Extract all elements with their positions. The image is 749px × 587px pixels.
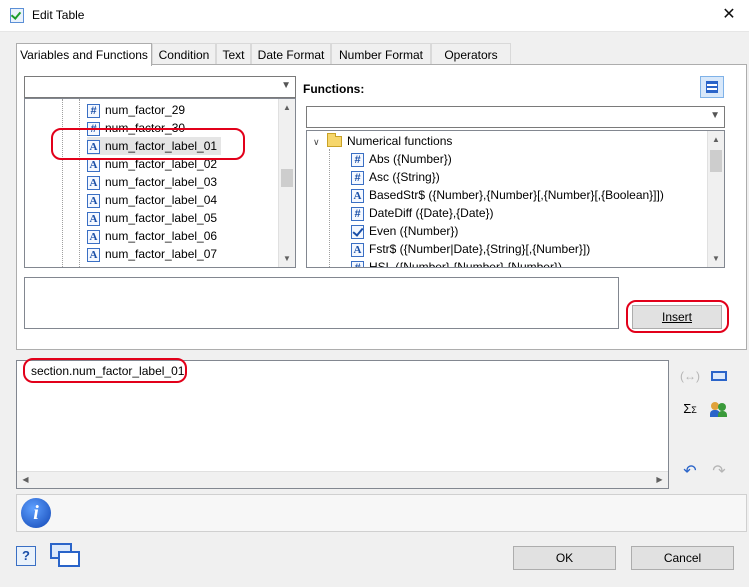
list-item[interactable]: # num_factor_29 xyxy=(87,101,185,119)
description-box xyxy=(24,277,619,329)
expression-editor[interactable]: section.num_factor_label_01 ◀ ▶ xyxy=(16,360,669,489)
scroll-right-icon[interactable]: ▶ xyxy=(651,472,668,488)
field-size-icon[interactable]: (↔) xyxy=(679,366,701,386)
number-icon: # xyxy=(87,103,100,118)
close-icon[interactable]: ✕ xyxy=(715,3,743,27)
list-item-selected[interactable]: Anum_factor_label_01 xyxy=(87,137,222,155)
cancel-button[interactable]: Cancel xyxy=(631,546,734,570)
number-icon: # xyxy=(351,152,364,167)
users-icon[interactable] xyxy=(708,399,730,419)
window-title: Edit Table xyxy=(32,8,85,22)
text-icon: A xyxy=(87,247,100,262)
view-toggle-button[interactable] xyxy=(700,76,724,98)
number-icon: # xyxy=(87,121,100,136)
functions-scrollbar[interactable]: ▲ ▼ xyxy=(707,131,724,267)
variables-combo[interactable]: ▼ xyxy=(24,76,296,98)
list-item[interactable]: Anum_factor_label_06 xyxy=(87,227,217,245)
chevron-down-icon: ▼ xyxy=(281,80,291,91)
text-icon: A xyxy=(87,157,100,172)
scroll-thumb[interactable] xyxy=(281,169,293,187)
scroll-left-icon[interactable]: ◀ xyxy=(17,472,34,488)
list-item[interactable]: # Asc ({String}) xyxy=(351,168,440,186)
scroll-down-icon[interactable]: ▼ xyxy=(708,250,724,267)
list-item[interactable]: Anum_factor_label_03 xyxy=(87,173,217,191)
app-icon xyxy=(10,8,24,23)
text-icon: A xyxy=(87,211,100,226)
redo-icon[interactable]: ↷ xyxy=(708,462,730,482)
text-icon: A xyxy=(351,188,364,203)
scroll-up-icon[interactable]: ▲ xyxy=(708,131,724,148)
number-icon: # xyxy=(351,260,364,267)
text-icon: A xyxy=(87,139,100,154)
insert-button[interactable]: Insert xyxy=(632,305,722,329)
ok-button[interactable]: OK xyxy=(513,546,616,570)
undo-icon[interactable]: ↶ xyxy=(679,462,701,482)
scroll-thumb[interactable] xyxy=(710,150,722,172)
text-icon: A xyxy=(87,175,100,190)
tree-group[interactable]: ∨ Numerical functions xyxy=(313,132,452,150)
variables-scrollbar[interactable]: ▲ ▼ xyxy=(278,99,295,267)
text-icon: A xyxy=(87,229,100,244)
list-item[interactable]: A BasedStr$ ({Number},{Number}[,{Number}[… xyxy=(351,186,664,204)
list-item[interactable]: Anum_factor_label_05 xyxy=(87,209,217,227)
list-item[interactable]: # Abs ({Number}) xyxy=(351,150,452,168)
scroll-down-icon[interactable]: ▼ xyxy=(279,250,295,267)
info-bar: i xyxy=(16,494,747,532)
list-item[interactable]: # num_factor_30 xyxy=(87,119,185,137)
expression-scrollbar[interactable]: ◀ ▶ xyxy=(17,471,668,488)
list-item[interactable]: Even ({Number}) xyxy=(351,222,458,240)
tab-text[interactable]: Text xyxy=(216,43,251,65)
folder-icon xyxy=(327,133,342,148)
chevron-down-icon[interactable]: ∨ xyxy=(313,133,323,151)
list-item[interactable]: A Fstr$ ({Number|Date},{String}[,{Number}… xyxy=(351,240,590,258)
list-item[interactable]: Anum_factor_label_04 xyxy=(87,191,217,209)
functions-combo[interactable]: ▼ xyxy=(306,106,725,128)
functions-tree[interactable]: ∨ Numerical functions # Abs ({Number}) # As… xyxy=(306,130,725,268)
tab-date-format[interactable]: Date Format xyxy=(251,43,331,65)
tab-number-format[interactable]: Number Format xyxy=(331,43,431,65)
title-bar: Edit Table ✕ xyxy=(0,0,749,32)
format-icon[interactable] xyxy=(708,366,730,386)
list-item[interactable]: # HSL ({Number},{Number},{Number}) xyxy=(351,258,562,267)
tab-operators[interactable]: Operators xyxy=(431,43,511,65)
number-icon: # xyxy=(351,206,364,221)
sum-icon[interactable]: ΣΣ xyxy=(679,399,701,419)
text-icon: A xyxy=(87,193,100,208)
expression-text[interactable]: section.num_factor_label_01 xyxy=(31,364,184,378)
chevron-down-icon: ▼ xyxy=(710,110,720,121)
list-item[interactable]: Anum_factor_label_07 xyxy=(87,245,217,263)
info-icon: i xyxy=(21,498,51,528)
boolean-icon xyxy=(351,224,364,239)
number-icon: # xyxy=(351,170,364,185)
tab-condition[interactable]: Condition xyxy=(152,43,216,65)
list-item[interactable]: # DateDiff ({Date},{Date}) xyxy=(351,204,494,222)
functions-label: Functions: xyxy=(303,82,365,96)
list-view-icon xyxy=(706,81,718,93)
help-icon[interactable]: ? xyxy=(16,546,36,566)
list-item[interactable]: Anum_factor_label_02 xyxy=(87,155,217,173)
scroll-up-icon[interactable]: ▲ xyxy=(279,99,295,116)
text-icon: A xyxy=(351,242,364,257)
variables-tree[interactable]: # num_factor_29 # num_factor_30 Anum_facto… xyxy=(24,98,296,268)
tab-variables-and-functions[interactable]: Variables and Functions xyxy=(16,43,152,66)
windows-icon[interactable] xyxy=(50,543,82,569)
